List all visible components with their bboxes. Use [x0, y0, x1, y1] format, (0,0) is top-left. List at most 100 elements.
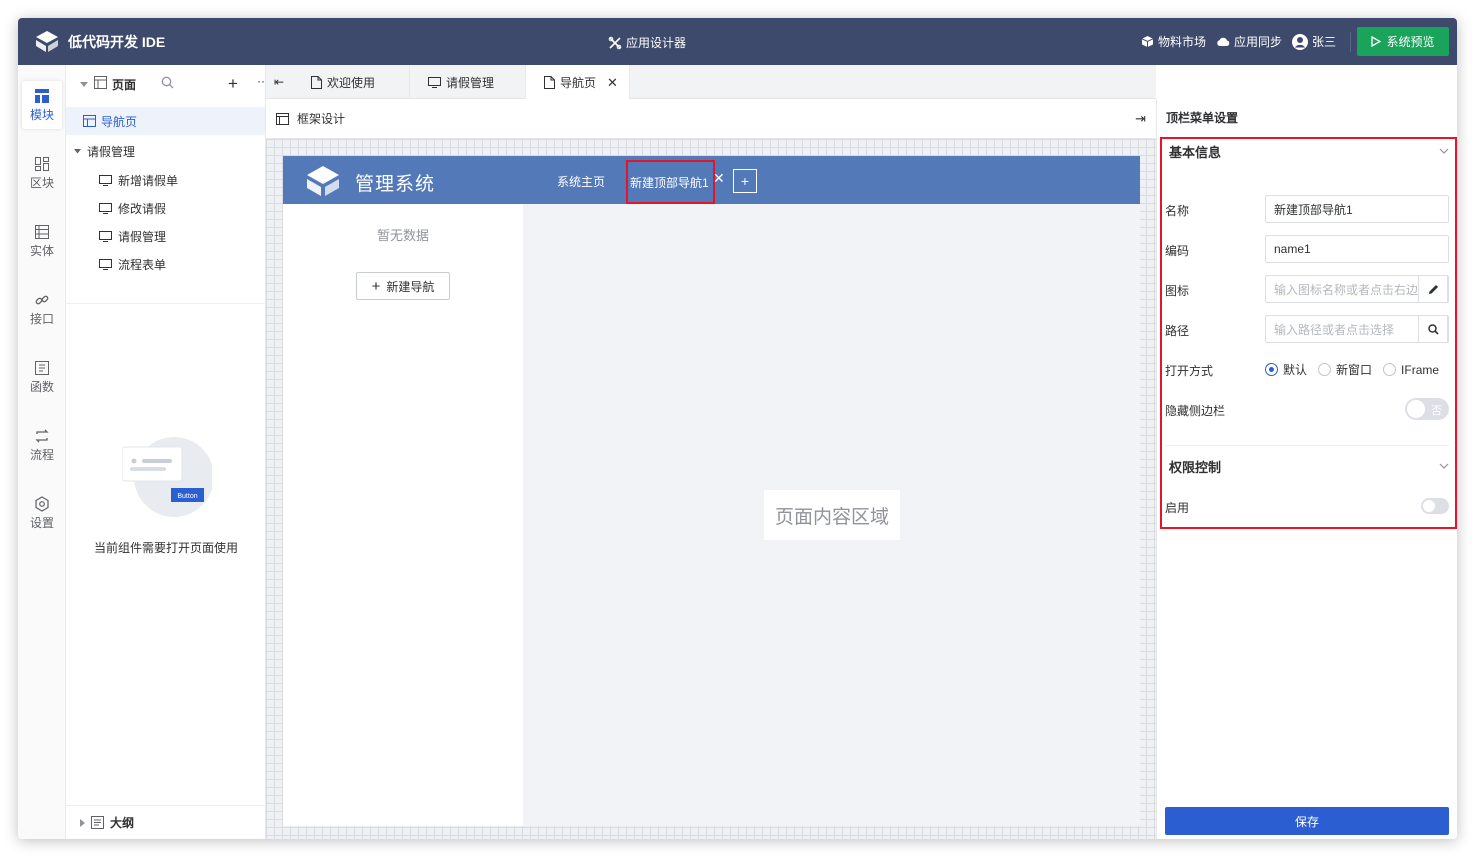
tree-item-label: 修改请假 [118, 201, 167, 216]
rail-item-function[interactable]: 函数 [22, 353, 62, 401]
save-button[interactable]: 保存 [1165, 807, 1449, 835]
tab-leave-management[interactable]: 请假管理 [410, 65, 526, 99]
app-frame-preview: 管理系统 系统主页 新建顶部导航1 ✕ + 暂无数据 + 新建导航 页面内容区域 [283, 156, 1140, 826]
path-label: 路径 [1165, 324, 1190, 338]
section-label: 权限控制 [1169, 459, 1222, 475]
icon-input[interactable]: 输入图标名称或者点击右边 [1265, 275, 1449, 303]
nav-item-home[interactable]: 系统主页 [557, 173, 605, 190]
hide-sidebar-switch[interactable]: 否 [1405, 398, 1449, 420]
code-value: name1 [1274, 242, 1311, 256]
tree-item-page[interactable]: 流程表单 [66, 250, 265, 278]
empty-illustration-icon: Button [122, 437, 212, 517]
nav-item-label: 新建顶部导航1 [630, 175, 709, 190]
radio-label: 默认 [1283, 363, 1308, 377]
rail-label: 接口 [29, 311, 54, 326]
user-avatar-icon [1291, 33, 1308, 50]
section-divider [1165, 445, 1449, 446]
tab-label: 请假管理 [446, 75, 495, 90]
design-canvas: 管理系统 系统主页 新建顶部导航1 ✕ + 暂无数据 + 新建导航 页面内容区域 [266, 139, 1156, 839]
add-nav-button[interactable]: + [733, 169, 757, 193]
tree-item-page[interactable]: 新增请假单 [66, 166, 265, 194]
rail-item-api[interactable]: 接口 [22, 285, 62, 333]
block-icon [35, 156, 49, 171]
app-system-name: 管理系统 [355, 174, 436, 195]
radio-default[interactable]: 默认 [1265, 361, 1307, 378]
radio-iframe[interactable]: IFrame [1383, 363, 1439, 377]
rail-item-entity[interactable]: 实体 [22, 217, 62, 265]
switch-knob [1423, 500, 1435, 512]
tree-group-label: 请假管理 [87, 144, 136, 159]
page-tree-panel: 页面 + ··· 导航页 请假管理 新增请假单 修改请假 请假管理 流程表单 B… [66, 65, 269, 839]
app-logo-icon [36, 31, 58, 52]
rail-item-module[interactable]: 模块 [22, 81, 62, 129]
name-input[interactable]: 新建顶部导航1 [1265, 195, 1449, 223]
function-icon [35, 360, 49, 375]
collapse-panel-icon[interactable]: ⇤ [274, 75, 284, 89]
section-basic-info[interactable]: 基本信息 [1169, 140, 1449, 162]
outline-section[interactable]: 大纲 [66, 805, 266, 839]
app-top-bar: 管理系统 系统主页 新建顶部导航1 ✕ + [283, 156, 1140, 204]
monitor-icon [99, 230, 112, 242]
pencil-icon [1428, 284, 1438, 294]
material-market-button[interactable]: 物料市场 [1141, 33, 1206, 50]
tab-welcome[interactable]: 欢迎使用 [293, 65, 410, 99]
tree-item-nav-page[interactable]: 导航页 [66, 107, 265, 135]
add-icon[interactable]: + [228, 74, 238, 94]
file-icon [544, 76, 555, 89]
name-value: 新建顶部导航1 [1274, 202, 1353, 217]
path-input[interactable]: 输入路径或者点击选择 [1265, 315, 1449, 343]
rail-item-block[interactable]: 区块 [22, 149, 62, 197]
section-permission[interactable]: 权限控制 [1169, 455, 1449, 477]
chevron-down-icon [1439, 463, 1449, 469]
tools-icon [608, 36, 622, 49]
designer-menu[interactable]: 应用设计器 [608, 34, 686, 51]
user-menu[interactable]: 张三 [1291, 33, 1336, 50]
outline-label: 大纲 [110, 816, 135, 830]
name-label: 名称 [1165, 204, 1190, 218]
enable-switch[interactable] [1421, 498, 1449, 514]
top-header: 低代码开发 IDE 应用设计器 物料市场 应用同步 张三 系统预览 [18, 18, 1457, 65]
search-icon[interactable] [161, 76, 174, 92]
cube-icon [1141, 36, 1154, 47]
path-search-button[interactable] [1418, 315, 1448, 343]
icon-label: 图标 [1165, 284, 1190, 298]
switch-text: 否 [1431, 405, 1442, 417]
app-logo-icon [307, 166, 339, 196]
code-input[interactable]: name1 [1265, 235, 1449, 263]
icon-placeholder: 输入图标名称或者点击右边 [1274, 282, 1419, 297]
app-sync-button[interactable]: 应用同步 [1216, 33, 1282, 50]
expand-panel-icon[interactable]: ⇥ [1135, 111, 1146, 127]
market-label: 物料市场 [1157, 35, 1206, 49]
tree-divider [66, 303, 265, 304]
chevron-down-icon [1439, 148, 1449, 154]
settings-panel: 顶栏菜单设置 基本信息 名称 新建顶部导航1 编码 name1 图标 输入图标名… [1156, 99, 1457, 839]
tree-group-leave[interactable]: 请假管理 [66, 137, 265, 165]
api-icon [35, 295, 49, 304]
tree-item-page[interactable]: 请假管理 [66, 222, 265, 250]
empty-hint-text: 当前组件需要打开页面使用 [93, 541, 238, 555]
radio-new-window[interactable]: 新窗口 [1318, 361, 1372, 378]
module-icon [35, 88, 49, 103]
rail-item-flow[interactable]: 流程 [22, 421, 62, 469]
close-nav-icon[interactable]: ✕ [713, 170, 725, 187]
caret-down-icon[interactable] [80, 77, 88, 91]
system-preview-button[interactable]: 系统预览 [1357, 27, 1449, 56]
rail-item-settings[interactable]: 设置 [22, 489, 62, 537]
tab-label: 欢迎使用 [327, 75, 376, 90]
new-nav-button[interactable]: + 新建导航 [356, 272, 450, 300]
flow-icon [35, 429, 49, 442]
tree-item-page[interactable]: 修改请假 [66, 194, 265, 222]
tab-nav-page[interactable]: 导航页 ✕ [526, 65, 630, 100]
open-mode-label: 打开方式 [1165, 364, 1214, 378]
monitor-icon [99, 202, 112, 214]
icon-picker-button[interactable] [1418, 275, 1448, 303]
monitor-icon [428, 76, 441, 88]
settings-title: 顶栏菜单设置 [1166, 111, 1239, 125]
tree-item-label: 导航页 [101, 114, 138, 129]
app-sidebar: 暂无数据 + 新建导航 [283, 204, 523, 826]
tree-item-label: 新增请假单 [118, 173, 179, 188]
app-title: 低代码开发 IDE [68, 34, 166, 50]
preview-label: 系统预览 [1386, 35, 1435, 49]
nav-item-new-top-nav[interactable]: 新建顶部导航1 [626, 160, 715, 204]
close-tab-icon[interactable]: ✕ [607, 75, 618, 91]
